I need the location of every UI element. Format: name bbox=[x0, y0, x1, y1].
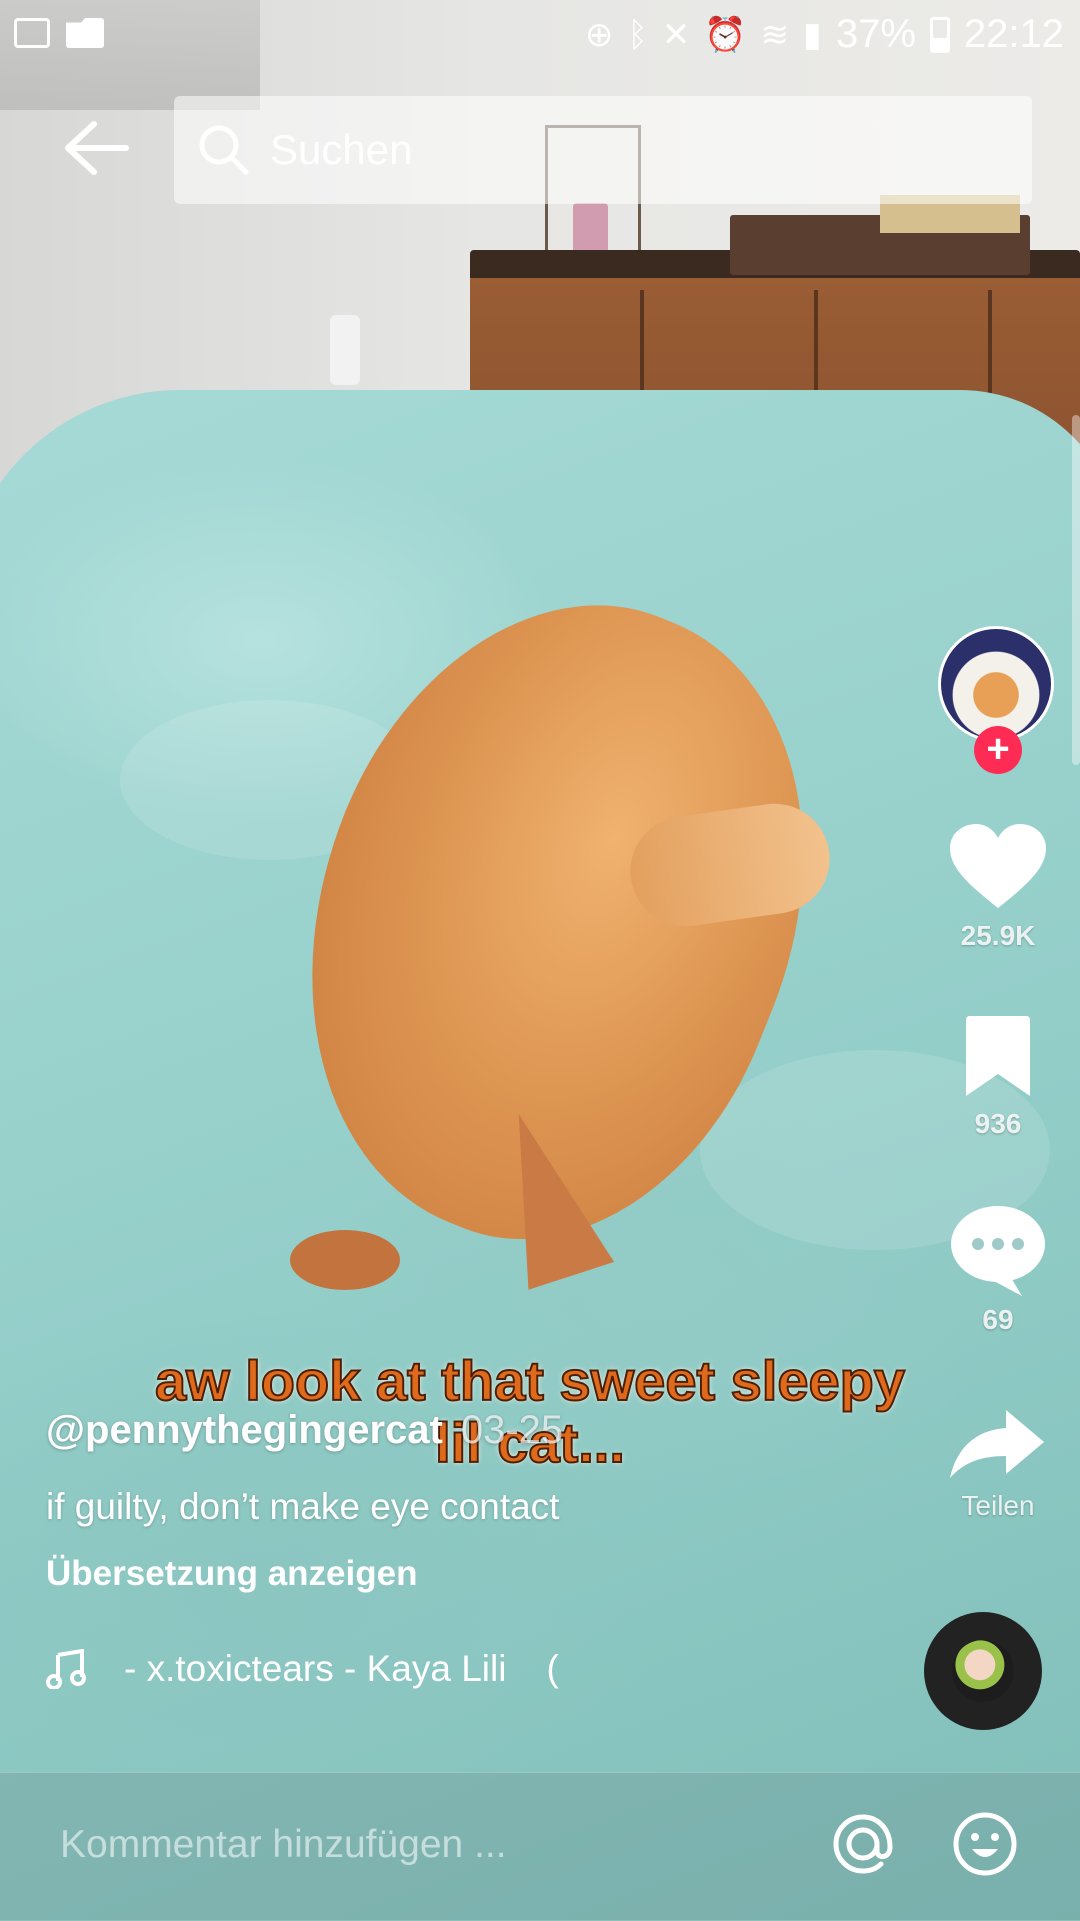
post-description: if guilty, don’t make eye contact bbox=[46, 1486, 560, 1527]
music-disc[interactable] bbox=[924, 1612, 1042, 1730]
save-button[interactable]: 936 bbox=[940, 1016, 1056, 1140]
music-note-icon bbox=[46, 1649, 86, 1689]
status-bar: ⊕ ᛒ ✕ ⏰ ≋ ▮ 37% 22:12 bbox=[0, 0, 1080, 70]
clock: 22:12 bbox=[963, 12, 1064, 56]
scroll-indicator bbox=[1072, 415, 1080, 765]
share-arrow-icon bbox=[950, 1410, 1044, 1478]
tray bbox=[730, 195, 1030, 275]
search-icon bbox=[199, 125, 249, 175]
battery-percent: 37% bbox=[835, 12, 916, 56]
comment-button[interactable]: 69 bbox=[940, 1204, 1056, 1336]
translate-link[interactable]: Übersetzung anzeigen bbox=[46, 1554, 417, 1594]
alarm-icon: ⏰ bbox=[704, 15, 747, 54]
at-sign-icon[interactable] bbox=[828, 1809, 898, 1879]
arrow-left-icon bbox=[65, 121, 129, 175]
music-title: - x.toxictears - Kaya Lili bbox=[124, 1648, 507, 1689]
wall-outlet bbox=[330, 315, 360, 385]
creator-username[interactable]: @pennythegingercat 03-25 bbox=[46, 1408, 563, 1453]
battery-icon bbox=[929, 16, 950, 53]
caption-line-1: aw look at that sweet sleepy bbox=[154, 1349, 906, 1413]
comment-bar: Kommentar hinzufügen ... bbox=[0, 1772, 1080, 1921]
search-bar[interactable]: Suchen bbox=[174, 96, 1032, 204]
like-count: 25.9K bbox=[960, 920, 1036, 951]
video-frame[interactable] bbox=[0, 0, 1080, 1920]
music-info[interactable]: - x.toxictears - Kaya Lili ( bbox=[46, 1648, 559, 1690]
post-date: 03-25 bbox=[460, 1408, 564, 1452]
folder-icon bbox=[66, 18, 104, 48]
search-placeholder: Suchen bbox=[270, 126, 413, 173]
comment-input[interactable]: Kommentar hinzufügen ... bbox=[60, 1823, 507, 1867]
comment-icon bbox=[951, 1206, 1045, 1296]
back-button[interactable] bbox=[60, 118, 130, 178]
mute-icon: ✕ bbox=[661, 15, 691, 54]
heart-icon bbox=[950, 824, 1046, 908]
username-text: @pennythegingercat bbox=[46, 1408, 443, 1452]
music-title-continuation: ( bbox=[546, 1648, 559, 1689]
comment-count: 69 bbox=[982, 1304, 1014, 1335]
signal-icon: ▮ bbox=[803, 15, 822, 54]
bookmark-icon bbox=[966, 1016, 1030, 1096]
like-button[interactable]: 25.9K bbox=[940, 822, 1056, 952]
sleeping-cat bbox=[217, 535, 893, 1305]
save-count: 936 bbox=[974, 1108, 1022, 1139]
wifi-icon: ≋ bbox=[760, 15, 790, 54]
battery-saver-icon: ⊕ bbox=[584, 15, 614, 54]
bluetooth-icon: ᛒ bbox=[627, 15, 648, 54]
share-label: Teilen bbox=[961, 1490, 1035, 1521]
emoji-icon[interactable] bbox=[950, 1809, 1020, 1879]
image-icon bbox=[14, 18, 50, 48]
creator-avatar[interactable] bbox=[938, 626, 1054, 742]
follow-button[interactable]: + bbox=[974, 726, 1022, 774]
